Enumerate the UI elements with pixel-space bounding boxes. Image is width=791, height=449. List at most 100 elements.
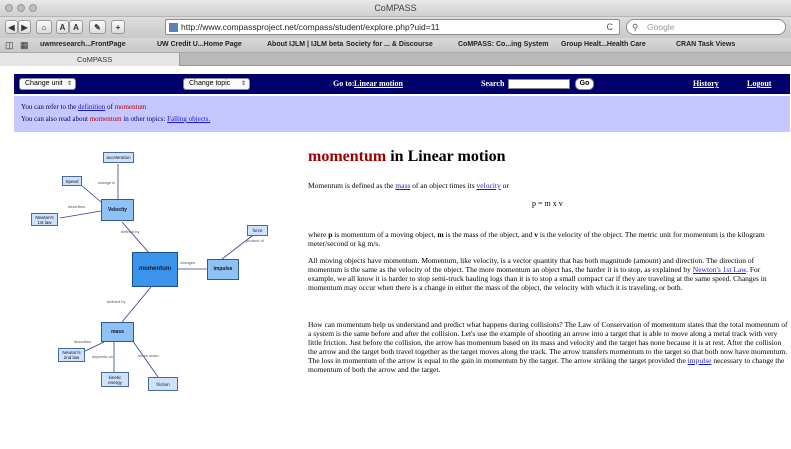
info-term: momentum xyxy=(89,115,122,123)
paragraph-text: or xyxy=(502,181,509,190)
go-button[interactable]: Go xyxy=(575,78,594,90)
change-topic-label: Change topic xyxy=(189,80,231,87)
address-bar[interactable]: http://www.compassproject.net/compass/st… xyxy=(165,19,620,35)
tab-strip: CoMPASS xyxy=(0,53,791,66)
node-acceleration[interactable]: acceleration xyxy=(103,152,134,163)
bookmark-item[interactable]: CRAN Task Views xyxy=(676,41,735,48)
node-velocity[interactable]: Velocity xyxy=(101,199,134,221)
paragraph-text: Momentum is defined as the xyxy=(308,181,394,190)
edge-label: change in xyxy=(98,180,116,185)
article-paragraph-3: All moving objects have momentum. Moment… xyxy=(308,256,786,292)
symbol-p: p xyxy=(328,230,333,239)
window-title: CoMPASS xyxy=(374,3,417,13)
node-momentum[interactable]: momentum xyxy=(132,252,178,287)
info-term: momentum xyxy=(114,103,147,111)
concept-map-edges xyxy=(59,164,253,378)
forward-button[interactable]: ▶ xyxy=(18,20,31,34)
bookmark-item[interactable]: CoMPASS: Co...ing System xyxy=(458,41,549,48)
info-text: of xyxy=(107,103,113,111)
bookmark-item[interactable]: uwmresearch...FrontPage xyxy=(40,41,126,48)
bookmark-item[interactable]: Society for ... & Discourse xyxy=(346,41,433,48)
edge-speed-velocity xyxy=(80,184,102,203)
tab-compass[interactable]: CoMPASS xyxy=(0,53,180,66)
edge-label: changes xyxy=(180,260,196,265)
momentum-formula: p = m x v xyxy=(532,199,563,208)
edge-newtons-velocity xyxy=(59,210,102,219)
info-line-other-topics: You can also read about momentum in othe… xyxy=(21,115,210,123)
article-paragraph-2: where p is momentum of a moving object, … xyxy=(308,230,784,248)
site-favicon-icon xyxy=(169,23,178,32)
change-unit-label: Change unit xyxy=(25,80,63,87)
search-label: Search xyxy=(481,79,505,88)
info-text: You can refer to the xyxy=(21,103,77,111)
paragraph-text: is the mass of the object, and xyxy=(445,230,533,239)
bookmark-item[interactable]: Group Healt...Health Care xyxy=(561,41,646,48)
symbol-v: v xyxy=(534,230,538,239)
concept-map: acceleration Speed Newton's 1st law Velo… xyxy=(0,132,300,449)
info-line-definition: You can refer to the definition of momen… xyxy=(21,103,146,111)
reload-icon[interactable]: C xyxy=(607,22,614,32)
mass-link[interactable]: mass xyxy=(395,181,410,190)
browser-toolbar: ◀ ▶ ⌂ A A ✎ + http://www.compassproject.… xyxy=(0,17,791,38)
bookmarks-bar: ◫ ▦ uwmresearch...FrontPage UW Credit U.… xyxy=(0,38,791,53)
node-mass[interactable]: mass xyxy=(101,322,134,342)
goto-label: Go to: xyxy=(333,79,355,88)
falling-objects-link[interactable]: Falling objects. xyxy=(167,115,210,123)
change-topic-select[interactable]: Change topic ⇕ xyxy=(183,78,250,90)
velocity-link[interactable]: velocity xyxy=(477,181,501,190)
top-sites-grid-icon[interactable]: ▦ xyxy=(20,40,29,51)
newtons-1st-law-link[interactable]: Newton's 1st Law xyxy=(693,265,746,274)
node-newtons-2nd-law[interactable]: Newton's 2nd law xyxy=(58,348,85,362)
search-icon: ⚲ xyxy=(632,22,639,32)
window-titlebar: CoMPASS xyxy=(0,0,791,17)
node-speed[interactable]: Speed xyxy=(62,176,82,186)
bookmark-item[interactable]: About IJLM | IJLM beta xyxy=(267,41,343,48)
bookmark-item[interactable]: UW Credit U...Home Page xyxy=(157,41,242,48)
text-larger-button[interactable]: A xyxy=(69,20,83,34)
edge-label: defined by xyxy=(107,299,126,304)
article-title-rest: in Linear motion xyxy=(390,148,506,165)
edge-momentum-mass xyxy=(121,286,152,323)
article-paragraph-4: How can momentum help us understand and … xyxy=(308,320,788,374)
bookmarks-book-icon[interactable]: ◫ xyxy=(5,40,14,51)
node-force[interactable]: force xyxy=(247,225,268,236)
change-unit-select[interactable]: Change unit ⇕ xyxy=(19,78,76,90)
edge-label: depends on xyxy=(92,354,113,359)
edge-label: product of xyxy=(246,238,264,243)
node-newtons-1st-law[interactable]: Newton's 1st law xyxy=(31,213,58,226)
bookmark-icon[interactable]: ✎ xyxy=(89,20,106,34)
paragraph-text: is momentum of a moving object, xyxy=(334,230,436,239)
edge-label: defined by xyxy=(121,229,140,234)
add-bookmark-button[interactable]: + xyxy=(111,20,125,34)
article-paragraph-1: Momentum is defined as the mass of an ob… xyxy=(308,181,778,190)
paragraph-text: of an object times its xyxy=(412,181,475,190)
site-search-input[interactable] xyxy=(508,79,570,89)
info-bar: You can refer to the definition of momen… xyxy=(14,96,790,132)
info-text: You can also read about xyxy=(21,115,88,123)
edge-velocity-momentum xyxy=(121,221,151,255)
tab-title: CoMPASS xyxy=(77,55,113,64)
edge-label: describes xyxy=(68,204,86,209)
home-icon[interactable]: ⌂ xyxy=(36,20,52,34)
text-smaller-button[interactable]: A xyxy=(56,20,69,34)
paragraph-text: where xyxy=(308,230,327,239)
site-navbar: Change unit ⇕ Change topic ⇕ Go to: Line… xyxy=(14,74,790,94)
history-link[interactable]: History xyxy=(693,79,719,88)
address-bar-url: http://www.compassproject.net/compass/st… xyxy=(181,22,440,32)
node-kinetic-energy[interactable]: kinetic energy xyxy=(101,372,129,387)
goto-linear-motion-link[interactable]: Linear motion xyxy=(354,79,403,88)
paragraph-text: All moving objects have momentum. Moment… xyxy=(308,256,755,274)
node-impulse[interactable]: impulse xyxy=(207,259,239,280)
article-title-term: momentum xyxy=(308,148,387,165)
browser-search-placeholder: Google xyxy=(647,22,675,32)
select-arrows-icon: ⇕ xyxy=(240,81,246,87)
symbol-m: m xyxy=(437,230,444,239)
definition-link[interactable]: definition xyxy=(78,103,105,111)
info-text: in other topics: xyxy=(123,115,166,123)
browser-search-field[interactable]: ⚲ Google xyxy=(626,19,786,35)
edge-label: slows down xyxy=(138,353,159,358)
node-friction[interactable]: friction xyxy=(148,377,178,391)
impulse-link[interactable]: impulse xyxy=(688,356,712,365)
logout-link[interactable]: Logout xyxy=(747,79,771,88)
back-button[interactable]: ◀ xyxy=(5,20,18,34)
